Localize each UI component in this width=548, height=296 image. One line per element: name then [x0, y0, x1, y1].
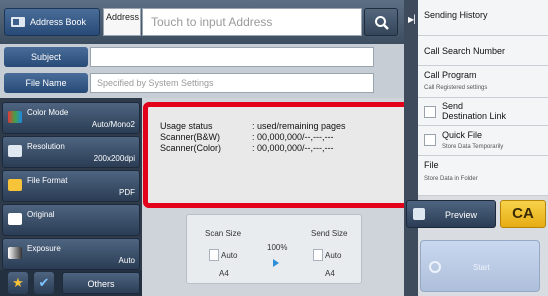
color-mode-label: Color Mode	[27, 108, 69, 117]
file-item[interactable]: File Store Data in Folder	[418, 156, 548, 196]
color-mode-button[interactable]: Color Mode Auto/Mono2	[2, 102, 140, 134]
exposure-button[interactable]: Exposure Auto	[2, 238, 140, 270]
send-destination-link-checkbox[interactable]	[424, 106, 436, 118]
panel-toggle[interactable]: ▶▏	[404, 0, 420, 296]
quick-file-checkbox[interactable]	[424, 134, 436, 146]
send-destination-link-label: Send Destination Link	[442, 101, 507, 121]
call-program-item[interactable]: Call Program Call Registered settings	[418, 66, 548, 98]
send-paper-size: A4	[325, 269, 335, 278]
address-input[interactable]: Touch to input Address	[142, 8, 362, 36]
call-search-number-label: Call Search Number	[424, 46, 506, 56]
ratio-value: 100%	[267, 243, 288, 252]
file-format-icon	[8, 179, 22, 191]
file-format-label: File Format	[27, 176, 68, 185]
call-program-label: Call Program	[424, 70, 477, 80]
usage-status-row: Usage status : used/remaining pages	[160, 121, 346, 131]
file-format-value: PDF	[119, 188, 135, 197]
usage-status-key: Usage status	[160, 121, 213, 131]
filename-input[interactable]: Specified by System Settings	[90, 73, 374, 93]
checkmark-icon[interactable]: ✔	[34, 272, 54, 294]
subject-label[interactable]: Subject	[4, 47, 88, 67]
exposure-label: Exposure	[27, 244, 61, 253]
subject-row: Subject	[0, 44, 404, 70]
clear-all-button[interactable]: CA	[500, 200, 546, 228]
original-icon	[8, 213, 22, 225]
scanner-bw-key: Scanner(B&W)	[160, 132, 221, 142]
right-panel: Sending History Call Search Number Call …	[418, 0, 548, 196]
start-label: Start	[473, 263, 490, 272]
address-label: Address	[103, 8, 141, 36]
filename-row: File Name Specified by System Settings	[0, 70, 404, 98]
quick-file-sublabel: Store Data Temporarily	[442, 144, 504, 150]
sending-history-item[interactable]: Sending History	[418, 0, 548, 36]
call-search-number-item[interactable]: Call Search Number	[418, 36, 548, 66]
search-button[interactable]	[364, 8, 398, 36]
resolution-button[interactable]: Resolution 200x200dpi	[2, 136, 140, 168]
color-mode-value: Auto/Mono2	[91, 120, 135, 129]
scanner-color-row: Scanner(Color) : 00,000,000/--,---,---	[160, 143, 334, 153]
bottom-toolbar: ★ ✔ Others	[0, 270, 142, 296]
resolution-label: Resolution	[27, 142, 65, 151]
size-panel[interactable]: Scan Size Auto A4 100% Send Size Auto A4	[186, 214, 362, 284]
original-label: Original	[27, 210, 55, 219]
usage-status-value: : used/remaining pages	[252, 121, 346, 131]
scan-paper-icon	[209, 249, 219, 261]
quick-file-item[interactable]: Quick File Store Data Temporarily	[418, 126, 548, 156]
scanner-bw-value: : 00,000,000/--,---,---	[252, 132, 334, 142]
file-sublabel: Store Data in Folder	[424, 176, 478, 182]
start-button[interactable]: Start	[420, 240, 540, 292]
send-size-label: Send Size	[311, 229, 348, 238]
resolution-icon	[8, 145, 22, 157]
color-mode-icon	[8, 111, 22, 123]
quick-file-label: Quick File	[442, 130, 483, 140]
arrow-right-icon	[273, 259, 279, 267]
resolution-value: 200x200dpi	[93, 154, 135, 163]
search-icon	[375, 16, 389, 30]
original-button[interactable]: Original	[2, 204, 140, 236]
scanner-color-key: Scanner(Color)	[160, 143, 222, 153]
send-paper-icon	[313, 249, 323, 261]
filename-label[interactable]: File Name	[4, 73, 88, 93]
preview-label: Preview	[445, 210, 478, 220]
usage-status-popup: Usage status : used/remaining pages Scann…	[143, 102, 410, 208]
file-label: File	[424, 160, 439, 170]
favorite-star-icon[interactable]: ★	[8, 272, 28, 294]
start-icon	[429, 261, 441, 273]
scan-size-value: Auto	[221, 251, 238, 260]
preview-icon	[413, 208, 425, 220]
address-book-label: Address Book	[30, 17, 87, 27]
exposure-value: Auto	[118, 256, 135, 265]
scanner-bw-row: Scanner(B&W) : 00,000,000/--,---,---	[160, 132, 334, 142]
sending-history-label: Sending History	[424, 10, 488, 20]
settings-column: Color Mode Auto/Mono2 Resolution 200x200…	[0, 98, 142, 296]
address-bar: Address Book Address Touch to input Addr…	[0, 0, 404, 44]
scanner-color-value: : 00,000,000/--,---,---	[252, 143, 334, 153]
address-book-icon	[11, 17, 25, 27]
scan-size-label: Scan Size	[205, 229, 242, 238]
exposure-icon	[8, 247, 22, 259]
send-destination-link-item[interactable]: Send Destination Link	[418, 98, 548, 126]
address-book-button[interactable]: Address Book	[4, 8, 100, 36]
send-size-value: Auto	[325, 251, 342, 260]
call-program-sublabel: Call Registered settings	[424, 85, 488, 91]
subject-input[interactable]	[90, 47, 374, 67]
others-button[interactable]: Others	[62, 272, 140, 294]
scan-paper-size: A4	[219, 269, 229, 278]
preview-button[interactable]: Preview	[406, 200, 496, 228]
file-format-button[interactable]: File Format PDF	[2, 170, 140, 202]
